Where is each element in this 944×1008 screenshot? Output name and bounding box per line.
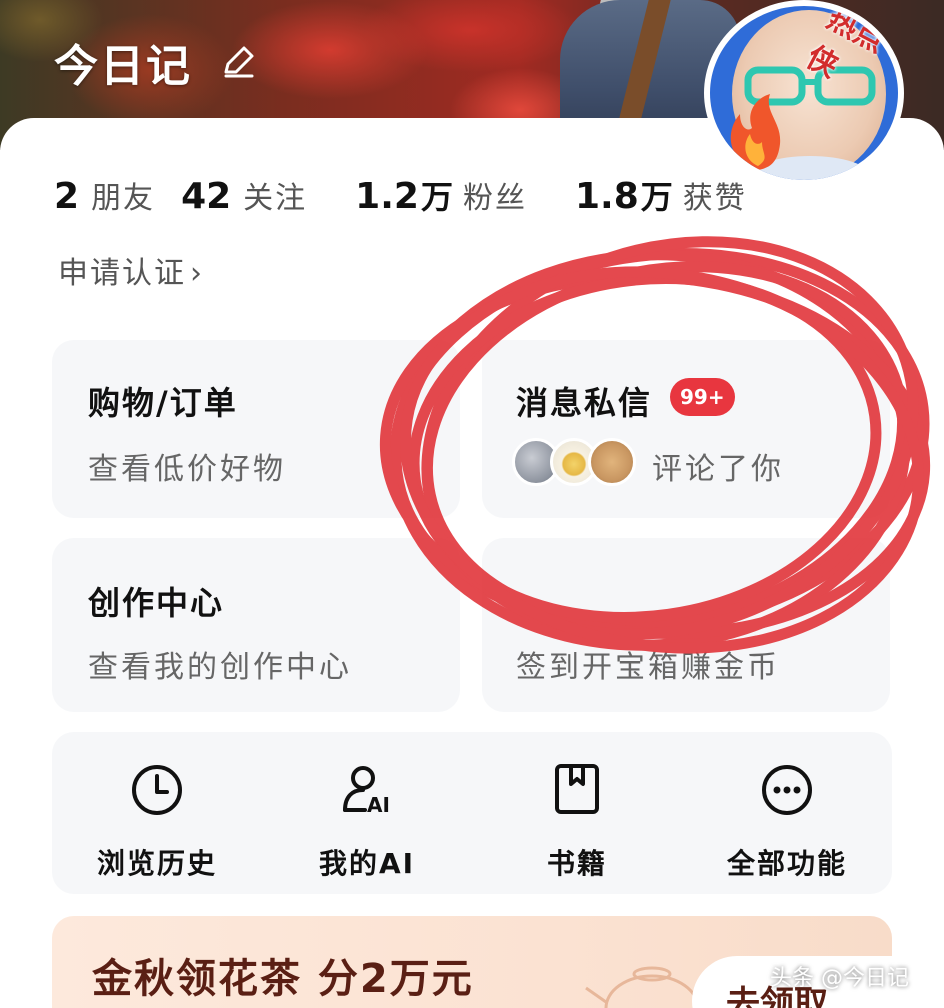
quick-tools-row: 浏览历史 AI 我的AI 书籍 全部功能 [52,732,892,894]
source-watermark: 头条 @今日记 [770,966,909,991]
stat-label: 获赞 [682,181,747,216]
card-subtitle: 评论了你 [652,452,784,487]
stat-number: 42 [181,176,232,217]
stat-friends[interactable]: 2 朋友 [54,173,155,217]
stat-following[interactable]: 42 关注 [181,173,307,217]
ai-person-icon: AI [343,766,390,817]
apply-verification-link[interactable]: 申请认证 › [58,248,204,292]
stat-number: 1.8 [574,176,639,217]
svg-text:AI: AI [367,793,390,817]
promo-banner[interactable]: 金秋领花茶 分2万元 去领取 [52,916,892,1008]
messages-card[interactable]: 消息私信 99+ 评论了你 [482,340,890,518]
tool-label: 全部功能 [726,847,847,880]
tool-my-ai[interactable]: AI 我的AI [262,732,472,894]
flame-icon [730,94,781,170]
tool-books[interactable]: 书籍 [472,732,682,894]
avatar[interactable]: 热点侠 [704,0,904,186]
card-subtitle: 查看我的创作中心 [88,650,352,685]
card-title: 创作中心 [88,584,225,622]
promo-title: 金秋领花茶 分2万元 [92,956,474,1002]
edit-name-button[interactable] [218,42,258,82]
card-subtitle: 查看低价好物 [88,452,286,487]
verification-label: 申请认证 [58,256,186,291]
pencil-icon [224,46,254,78]
stat-label: 粉丝 [462,181,527,216]
header-title-row: 今日记 [54,30,258,94]
checkin-task-card[interactable]: 签到开宝箱赚金币 [482,538,890,712]
stat-fans[interactable]: 1.2 万 粉丝 [355,172,527,218]
stat-unit: 万 [420,178,453,216]
tool-label: 书籍 [546,847,607,880]
stat-likes[interactable]: 1.8 万 获赞 [575,172,747,218]
clock-icon [132,765,182,815]
stat-label: 朋友 [91,181,156,216]
card-title: 购物/订单 [88,384,238,422]
stat-number: 1.2 [355,176,419,217]
stat-unit: 万 [640,178,673,216]
stat-label: 关注 [243,181,308,216]
creator-center-card[interactable]: 创作中心 查看我的创作中心 [52,538,460,712]
chevron-right-icon: › [190,256,204,291]
shopping-orders-card[interactable]: 购物/订单 查看低价好物 [52,340,460,518]
unread-badge: 99+ [670,378,735,416]
commenter-avatar [588,438,636,486]
card-subtitle: 签到开宝箱赚金币 [516,650,780,685]
profile-name: 今日记 [54,41,192,92]
stat-number: 2 [54,176,80,217]
commenter-avatars [512,438,636,486]
book-icon [555,764,599,814]
tool-label: 我的AI [318,847,416,880]
stats-row: 2 朋友 42 关注 1.2 万 粉丝 1.8 万 获赞 [54,172,773,218]
tool-all-features[interactable]: 全部功能 [682,732,892,894]
more-icon [762,765,812,815]
card-title: 消息私信 [516,384,653,422]
tool-history[interactable]: 浏览历史 [52,732,262,894]
tool-label: 浏览历史 [96,847,217,880]
